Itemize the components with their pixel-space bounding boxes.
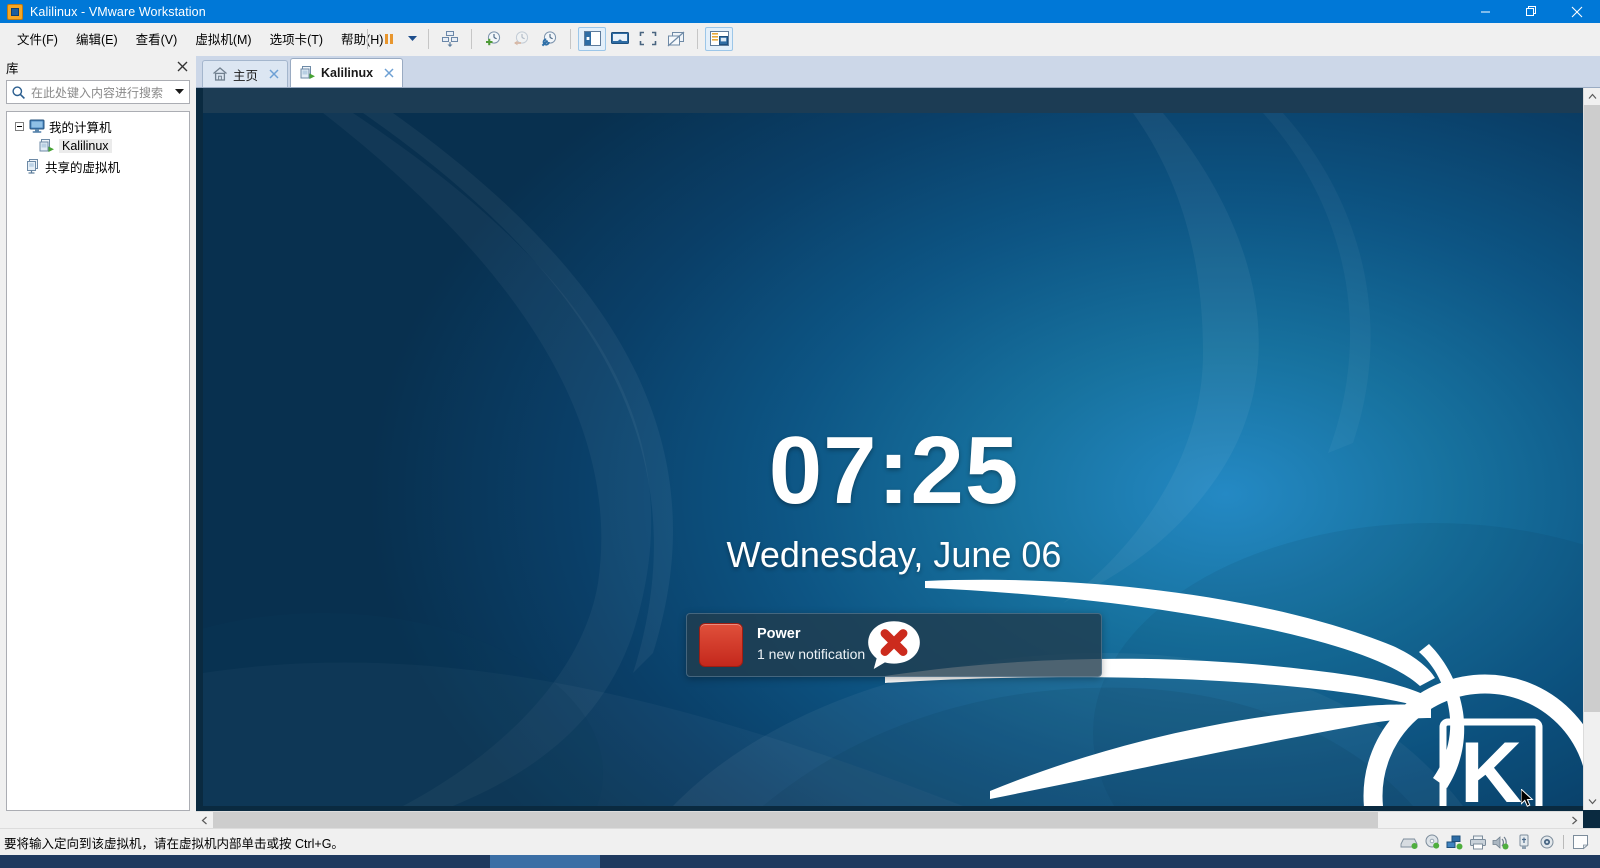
tree-label: 我的计算机 bbox=[49, 120, 112, 135]
tree-label: 共享的虚拟机 bbox=[45, 160, 121, 175]
toolbar bbox=[360, 23, 733, 54]
tab-strip: 主页 Kalilinux bbox=[196, 56, 1600, 88]
taskbar-item[interactable] bbox=[490, 855, 600, 868]
snapshot-manager-button[interactable] bbox=[535, 27, 563, 51]
library-header: 库 bbox=[0, 56, 196, 78]
status-separator bbox=[1563, 835, 1564, 849]
minimize-button[interactable] bbox=[1462, 0, 1508, 23]
tab-kalilinux[interactable]: Kalilinux bbox=[290, 58, 404, 87]
send-to-icon[interactable] bbox=[436, 27, 464, 51]
tab-label: Kalilinux bbox=[321, 66, 374, 80]
chevron-down-icon[interactable] bbox=[173, 83, 185, 101]
tab-label: 主页 bbox=[233, 68, 259, 83]
collapse-toggle-icon[interactable] bbox=[15, 121, 24, 131]
shared-vm-icon bbox=[25, 158, 41, 174]
toolbar-separator bbox=[367, 28, 368, 49]
toolbar-separator bbox=[697, 28, 698, 49]
guest-top-panel[interactable] bbox=[203, 88, 1585, 113]
vm-running-icon bbox=[39, 138, 55, 154]
search-icon bbox=[11, 85, 26, 100]
suspend-button[interactable] bbox=[375, 27, 403, 51]
monitor-icon bbox=[29, 118, 45, 134]
search-placeholder: 在此处键入内容进行搜索 bbox=[31, 85, 164, 100]
vmware-workstation-window: Kalilinux - VMware Workstation 文件(F) 编辑(… bbox=[0, 0, 1600, 868]
clock-date: Wednesday, June 06 bbox=[726, 534, 1062, 575]
title-bar: Kalilinux - VMware Workstation bbox=[0, 0, 1600, 23]
webcam-icon[interactable] bbox=[1537, 834, 1556, 850]
printer-icon[interactable] bbox=[1468, 834, 1487, 850]
notification-card[interactable]: Power 1 new notification bbox=[686, 613, 1102, 677]
close-icon[interactable] bbox=[175, 61, 190, 73]
toolbar-separator bbox=[471, 28, 472, 49]
menu-tabs[interactable]: 选项卡(T) bbox=[261, 25, 332, 52]
tree-item-shared-vms[interactable]: 共享的虚拟机 bbox=[7, 156, 189, 176]
horizontal-scrollbar-thumb[interactable] bbox=[213, 812, 1378, 829]
window-title: Kalilinux - VMware Workstation bbox=[30, 4, 206, 19]
scroll-down-button[interactable] bbox=[1584, 793, 1600, 810]
sound-icon[interactable] bbox=[1491, 834, 1510, 850]
toolbar-separator bbox=[428, 28, 429, 49]
close-icon[interactable] bbox=[382, 67, 395, 80]
svg-text:K: K bbox=[1460, 725, 1522, 806]
menu-file[interactable]: 文件(F) bbox=[8, 25, 67, 52]
tree-item-kalilinux[interactable]: Kalilinux bbox=[7, 136, 189, 156]
vm-viewport[interactable]: K BY OF 07:25 Wednesday, June 06 bbox=[196, 88, 1600, 828]
vertical-scrollbar-thumb[interactable] bbox=[1584, 105, 1600, 712]
restore-button[interactable] bbox=[1508, 0, 1554, 23]
library-panel-icon[interactable] bbox=[578, 26, 606, 51]
take-snapshot-button[interactable] bbox=[479, 27, 507, 51]
menu-edit[interactable]: 编辑(E) bbox=[67, 25, 127, 52]
menu-bar: 文件(F) 编辑(E) 查看(V) 虚拟机(M) 选项卡(T) 帮助(H) bbox=[0, 23, 1600, 54]
tree-label: Kalilinux bbox=[59, 139, 112, 153]
status-message: 要将输入定向到该虚拟机，请在虚拟机内部单击或按 Ctrl+G。 bbox=[4, 836, 344, 851]
vm-running-icon bbox=[300, 65, 316, 81]
tab-home[interactable]: 主页 bbox=[202, 60, 289, 87]
vmware-icon bbox=[7, 3, 23, 20]
tree-item-my-computer[interactable]: 我的计算机 bbox=[7, 116, 189, 136]
revert-snapshot-button[interactable] bbox=[507, 27, 535, 51]
search-input[interactable]: 在此处键入内容进行搜索 bbox=[6, 80, 190, 104]
network-icon[interactable] bbox=[1445, 834, 1464, 850]
window-controls bbox=[1462, 0, 1600, 23]
unity-icon[interactable] bbox=[662, 27, 690, 51]
library-tree: 我的计算机 Kalilinux 共享的虚拟机 bbox=[6, 111, 190, 811]
close-button[interactable] bbox=[1554, 0, 1600, 23]
usb-icon[interactable] bbox=[1514, 834, 1533, 850]
close-icon[interactable] bbox=[267, 68, 280, 81]
toolbar-separator bbox=[570, 28, 571, 49]
menu-vm[interactable]: 虚拟机(M) bbox=[186, 25, 260, 52]
clock-time: 07:25 bbox=[768, 417, 1020, 524]
display-icon[interactable] bbox=[1571, 834, 1590, 850]
scroll-right-button[interactable] bbox=[1566, 812, 1583, 829]
power-dropdown[interactable] bbox=[403, 27, 421, 51]
scroll-left-button[interactable] bbox=[196, 812, 213, 829]
vertical-scrollbar[interactable] bbox=[1583, 88, 1600, 810]
power-error-icon bbox=[699, 621, 920, 669]
library-panel: 库 在此处键入内容进行搜索 我的计算机 Kalilinux 共享的虚拟机 bbox=[0, 56, 196, 828]
scroll-up-button[interactable] bbox=[1584, 88, 1600, 105]
horizontal-scrollbar[interactable] bbox=[196, 811, 1583, 829]
fit-guest-icon[interactable] bbox=[634, 27, 662, 51]
library-title: 库 bbox=[6, 61, 19, 76]
console-view-icon[interactable] bbox=[705, 26, 733, 51]
menu-view[interactable]: 查看(V) bbox=[127, 25, 187, 52]
guest-clock: 07:25 Wednesday, June 06 bbox=[203, 423, 1585, 573]
guest-screen[interactable]: K BY OF 07:25 Wednesday, June 06 bbox=[203, 88, 1585, 806]
status-bar: 要将输入定向到该虚拟机，请在虚拟机内部单击或按 Ctrl+G。 bbox=[0, 828, 1600, 855]
hard-disk-icon[interactable] bbox=[1399, 834, 1418, 850]
guest-wallpaper: K BY OF 07:25 Wednesday, June 06 bbox=[203, 113, 1585, 806]
cd-dvd-icon[interactable] bbox=[1422, 834, 1441, 850]
fullscreen-icon[interactable] bbox=[606, 27, 634, 51]
home-icon bbox=[212, 66, 228, 82]
host-taskbar bbox=[0, 855, 1600, 868]
status-device-icons bbox=[1397, 834, 1600, 850]
